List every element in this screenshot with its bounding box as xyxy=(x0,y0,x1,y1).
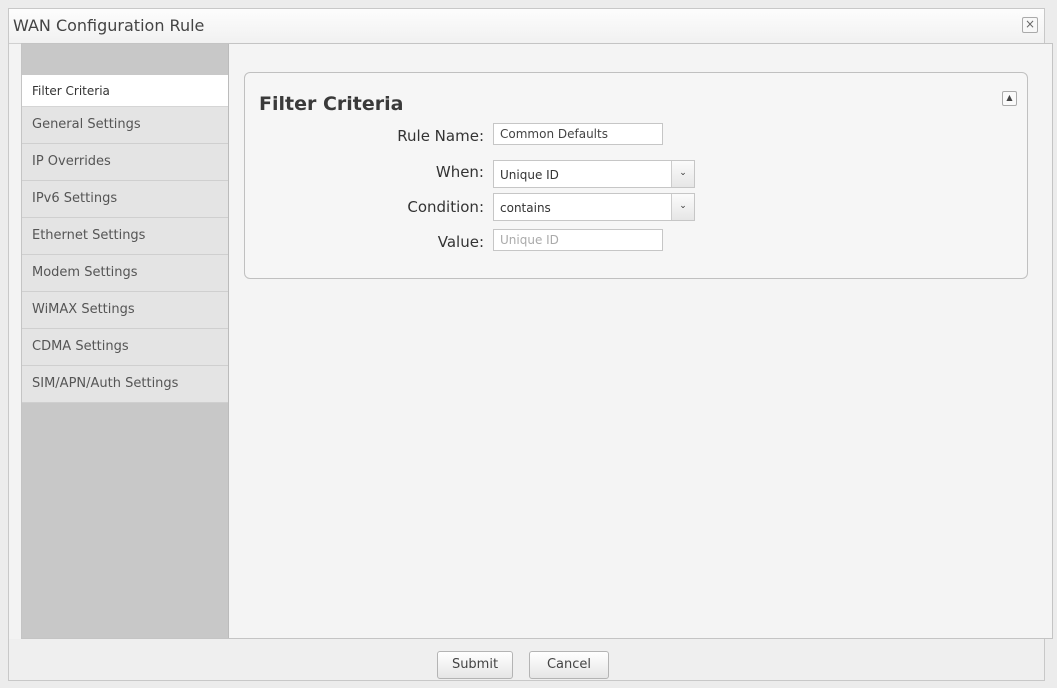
condition-row: Condition: contains ⌄ xyxy=(245,193,1027,221)
panel-title: Filter Criteria xyxy=(259,93,404,115)
dialog-title: WAN Configuration Rule xyxy=(13,16,205,35)
sidebar-item-general-settings[interactable]: General Settings xyxy=(22,107,228,144)
when-label: When: xyxy=(435,163,484,181)
main-area: Filter Criteria ▲ Rule Name: When: Uniqu… xyxy=(229,44,1052,638)
chevron-down-icon: ⌄ xyxy=(671,161,694,187)
when-select[interactable]: Unique ID ⌄ xyxy=(493,160,695,188)
cancel-button[interactable]: Cancel xyxy=(529,651,609,679)
sidebar: Filter Criteria General Settings IP Over… xyxy=(22,44,229,638)
sidebar-item-ip-overrides[interactable]: IP Overrides xyxy=(22,144,228,181)
dialog-titlebar: WAN Configuration Rule × xyxy=(9,9,1044,44)
rule-name-row: Rule Name: xyxy=(245,123,1027,149)
value-row: Value: xyxy=(245,229,1027,255)
sidebar-item-ipv6-settings[interactable]: IPv6 Settings xyxy=(22,181,228,218)
condition-label: Condition: xyxy=(407,198,484,216)
sidebar-item-modem-settings[interactable]: Modem Settings xyxy=(22,255,228,292)
when-select-value: Unique ID xyxy=(500,168,559,182)
dialog-footer: Submit Cancel xyxy=(9,639,1044,680)
sidebar-item-sim-apn-auth-settings[interactable]: SIM/APN/Auth Settings xyxy=(22,366,228,403)
collapse-up-icon[interactable]: ▲ xyxy=(1002,91,1017,106)
rule-name-input[interactable] xyxy=(493,123,663,145)
chevron-down-icon: ⌄ xyxy=(671,194,694,220)
sidebar-item-wimax-settings[interactable]: WiMAX Settings xyxy=(22,292,228,329)
when-row: When: Unique ID ⌄ xyxy=(245,160,1027,188)
close-icon[interactable]: × xyxy=(1022,17,1038,33)
sidebar-item-filter-criteria[interactable]: Filter Criteria xyxy=(22,75,228,107)
rule-name-label: Rule Name: xyxy=(397,127,484,145)
sidebar-item-cdma-settings[interactable]: CDMA Settings xyxy=(22,329,228,366)
submit-button[interactable]: Submit xyxy=(437,651,513,679)
condition-select-value: contains xyxy=(500,201,551,215)
dialog-content: Filter Criteria General Settings IP Over… xyxy=(21,43,1053,639)
value-input[interactable] xyxy=(493,229,663,251)
sidebar-item-ethernet-settings[interactable]: Ethernet Settings xyxy=(22,218,228,255)
value-label: Value: xyxy=(437,233,484,251)
condition-select[interactable]: contains ⌄ xyxy=(493,193,695,221)
filter-criteria-panel: Filter Criteria ▲ Rule Name: When: Uniqu… xyxy=(244,72,1028,279)
wan-configuration-dialog: WAN Configuration Rule × Filter Criteria… xyxy=(8,8,1053,681)
